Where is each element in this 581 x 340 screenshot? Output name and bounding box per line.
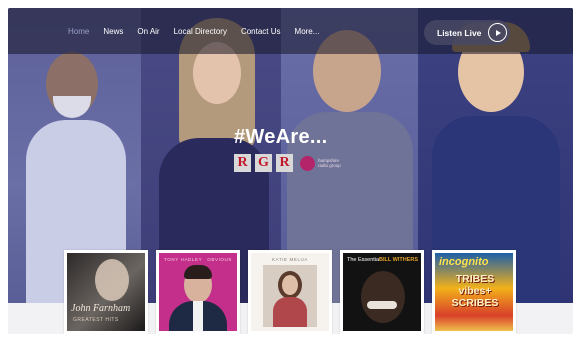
album-cover-1: John Farnham GREATEST HITS — [67, 253, 145, 331]
album-cover-2: TONY HADLEY OBVIOUS — [159, 253, 237, 331]
app-frame: #WeAre... R G R hampshire radio group Ho… — [8, 8, 573, 334]
album-5-title: TRIBES vibes+ SCRIBES — [451, 273, 499, 309]
brand-letter-r1: R — [234, 154, 251, 172]
partner-logo: hampshire radio group — [300, 155, 344, 171]
album-1-subtitle: GREATEST HITS — [73, 317, 119, 323]
nav-item-more[interactable]: More... — [295, 27, 320, 36]
brand-logo: R G R hampshire radio group — [234, 154, 344, 172]
album-5-artist: incognito — [439, 256, 489, 268]
listen-live-label: Listen Live — [437, 27, 482, 38]
album-3-artist: KATIE MELUA — [271, 257, 309, 262]
album-cover-3: KATIE MELUA — [251, 253, 329, 331]
album-card-4[interactable]: The Essential BILL WITHERS — [340, 250, 424, 334]
nav-item-home[interactable]: Home — [68, 27, 89, 36]
nav-item-news[interactable]: News — [103, 27, 123, 36]
top-nav: Home News On Air Local Directory Contact… — [8, 8, 573, 54]
album-card-5[interactable]: incognito TRIBES vibes+ SCRIBES — [432, 250, 516, 334]
album-1-title: John Farnham — [71, 303, 131, 314]
album-card-1[interactable]: John Farnham GREATEST HITS — [64, 250, 148, 334]
album-2-title: OBVIOUS — [207, 257, 232, 262]
brand-letter-g: G — [255, 154, 272, 172]
nav-item-local-directory[interactable]: Local Directory — [174, 27, 227, 36]
brand-letter-r2: R — [276, 154, 293, 172]
partner-text: hampshire radio group — [318, 158, 341, 168]
album-4-title: The Essential — [347, 257, 381, 263]
hero-headline: #WeAre... — [234, 126, 328, 148]
nav-item-contact-us[interactable]: Contact Us — [241, 27, 281, 36]
album-2-artist: TONY HADLEY — [164, 257, 203, 262]
album-card-3[interactable]: KATIE MELUA — [248, 250, 332, 334]
partner-disc-icon — [300, 155, 315, 171]
nav-menu: Home News On Air Local Directory Contact… — [68, 27, 319, 36]
album-cover-5: incognito TRIBES vibes+ SCRIBES — [435, 253, 513, 331]
album-4-artist: BILL WITHERS — [379, 257, 419, 263]
listen-live-button[interactable]: Listen Live — [424, 20, 510, 45]
album-cover-4: The Essential BILL WITHERS — [343, 253, 421, 331]
album-card-2[interactable]: TONY HADLEY OBVIOUS — [156, 250, 240, 334]
play-icon — [488, 23, 507, 42]
nav-item-on-air[interactable]: On Air — [137, 27, 159, 36]
